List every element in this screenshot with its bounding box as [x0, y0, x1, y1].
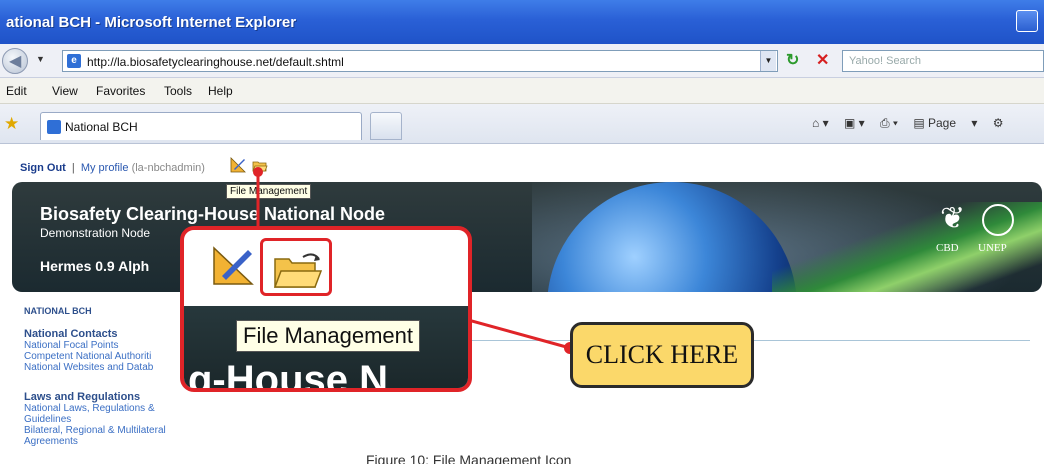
my-profile-link[interactable]: My profile [81, 162, 129, 174]
back-button[interactable]: ◀ [2, 48, 28, 74]
window-control-button[interactable] [1016, 10, 1038, 32]
sidebar-link[interactable]: National Laws, Regulations & [24, 403, 194, 414]
sidebar-link[interactable]: Agreements [24, 436, 194, 447]
menu-item-favorites[interactable]: Favorites [96, 84, 145, 98]
sidebar-header: NATIONAL BCH [24, 306, 92, 316]
address-input[interactable]: e http://la.biosafetyclearinghouse.net/d… [62, 50, 778, 72]
new-tab-button[interactable] [370, 112, 402, 140]
user-bar: Sign Out | My profile (la-nbchadmin) [20, 162, 205, 174]
click-here-callout: CLICK HERE [570, 322, 754, 388]
menu-item-help[interactable]: Help [208, 84, 233, 98]
banner-title: Biosafety Clearing-House National Node [40, 204, 386, 224]
site-banner: Biosafety Clearing-House National Node D… [12, 182, 1042, 292]
tab-national-bch[interactable]: National BCH [40, 112, 362, 140]
page-menu-label: Page [928, 116, 957, 130]
unep-logo-icon [982, 204, 1014, 236]
file-management-tooltip-large: File Management [236, 320, 420, 352]
sidebar-nav: NATIONAL BCH National Contacts National … [24, 306, 194, 447]
ie-page-icon [47, 120, 61, 134]
sidebar-link[interactable]: National Websites and Datab [24, 362, 194, 373]
banner-subtitle: Demonstration Node [40, 226, 151, 240]
file-management-icon[interactable] [252, 157, 268, 173]
window-title: ational BCH - Microsoft Internet Explore… [6, 14, 297, 31]
sidebar-section-title[interactable]: National Contacts [24, 328, 194, 340]
edit-icon[interactable] [230, 157, 246, 173]
sign-out-link[interactable]: Sign Out [20, 162, 66, 174]
unep-label: UNEP [978, 242, 1007, 254]
history-dropdown-icon[interactable]: ▼ [36, 54, 45, 64]
address-toolbar: ◀ ▼ e http://la.biosafetyclearinghouse.n… [0, 44, 1044, 78]
page-menu-button[interactable]: ▤ Page ▾ [913, 116, 977, 130]
menu-item-edit[interactable]: Edit [6, 84, 27, 98]
file-management-icon-highlight[interactable] [260, 238, 332, 296]
tools-gear-icon[interactable]: ⚙ [993, 116, 1004, 130]
menu-item-view[interactable]: View [52, 84, 78, 98]
menu-item-tools[interactable]: Tools [164, 84, 192, 98]
refresh-icon[interactable]: ↻ [786, 52, 806, 70]
cbd-logo-icon: ❦ [940, 202, 966, 235]
zoom-banner-text: g-House N [188, 358, 388, 392]
banner-version: Hermes 0.9 Alph [40, 258, 150, 274]
print-icon[interactable]: ⎙ ▾ [880, 116, 898, 130]
sidebar-link[interactable]: Guidelines [24, 414, 194, 425]
stop-icon[interactable]: ✕ [816, 52, 836, 70]
tab-bar: ★ National BCH ⌂ ▾ ▣ ▾ ⎙ ▾ ▤ Page ▾ ⚙ [0, 104, 1044, 144]
figure-caption: Figure 10: File Management Icon [366, 452, 572, 464]
favorites-star-icon[interactable]: ★ [4, 114, 19, 134]
home-icon[interactable]: ⌂ ▾ [812, 116, 829, 130]
sidebar-link[interactable]: Competent National Authoriti [24, 351, 194, 362]
cbd-label: CBD [936, 242, 959, 254]
command-bar: ⌂ ▾ ▣ ▾ ⎙ ▾ ▤ Page ▾ ⚙ [812, 116, 1016, 131]
user-bar-separator: | [71, 162, 75, 174]
folder-open-icon [273, 253, 323, 288]
sidebar-section-title[interactable]: Laws and Regulations [24, 391, 194, 403]
address-url: http://la.biosafetyclearinghouse.net/def… [87, 55, 344, 69]
window-title-bar: ational BCH - Microsoft Internet Explore… [0, 0, 1044, 44]
zoom-magnifier: g-House N File Management [180, 226, 472, 392]
menu-bar: Edit View Favorites Tools Help [0, 78, 1044, 104]
sidebar-link[interactable]: National Focal Points [24, 340, 194, 351]
tab-label: National BCH [65, 120, 138, 134]
feeds-icon[interactable]: ▣ ▾ [844, 116, 865, 130]
ie-page-icon: e [67, 54, 81, 68]
sidebar-link[interactable]: Bilateral, Regional & Multilateral [24, 425, 194, 436]
edit-icon-large [213, 246, 254, 285]
back-arrow-icon: ◀ [9, 53, 22, 70]
username-label: (la-nbchadmin) [131, 162, 205, 174]
address-dropdown-icon[interactable]: ▼ [760, 51, 776, 71]
search-input[interactable]: Yahoo! Search [842, 50, 1044, 72]
partner-logos: ❦ CBD UNEP [932, 204, 1042, 264]
file-management-tooltip: File Management [226, 184, 312, 199]
